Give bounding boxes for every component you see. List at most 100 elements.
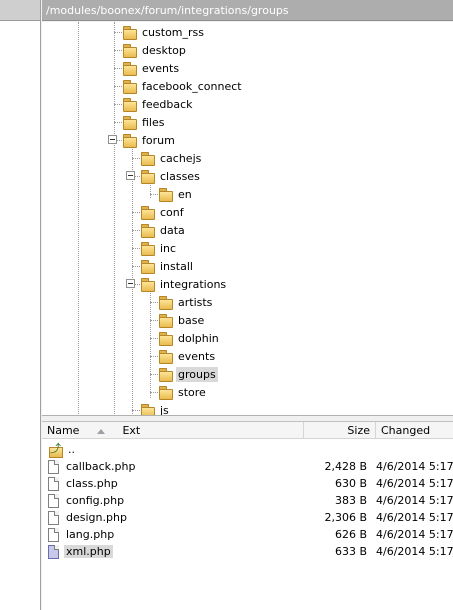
path-bar: /modules/boonex/forum/integrations/group… (42, 0, 453, 21)
file-name: class.php (66, 477, 118, 490)
tree-item-label: store (178, 385, 206, 399)
php-file-icon (48, 527, 59, 542)
tree-item-label: install (160, 259, 193, 273)
file-size: 383 B (334, 494, 367, 507)
tree-item-dolphin[interactable]: dolphin (158, 329, 221, 347)
column-header-row: Name Ext Size Changed (42, 422, 453, 439)
file-name: xml.php (64, 545, 113, 558)
tree-connector (114, 32, 122, 33)
tree-item-label: conf (160, 205, 184, 219)
tree-item-store[interactable]: store (158, 383, 208, 401)
tree-connector (132, 158, 140, 159)
column-size-label: Size (347, 424, 370, 437)
tree-item-data[interactable]: data (140, 221, 187, 239)
file-row[interactable]: design.php 2,306 B 4/6/2014 5:17 (42, 509, 453, 526)
tree-item-label: artists (178, 295, 213, 309)
tree-guide-line (78, 22, 79, 415)
collapse-toggle-icon[interactable] (126, 279, 135, 288)
xml-file-icon (48, 544, 59, 559)
tree-guide-line (114, 22, 115, 415)
folder-icon (140, 169, 155, 184)
tree-item-js[interactable]: js (140, 401, 171, 415)
tree-item-label: events (178, 349, 216, 363)
file-list: Name Ext Size Changed .. callback.php 2,42… (42, 422, 453, 610)
tree-item-custom-rss[interactable]: custom_rss (122, 23, 206, 41)
folder-icon (122, 43, 137, 58)
tree-item-forum[interactable]: forum (122, 131, 177, 149)
file-name-cell: class.php (48, 475, 120, 492)
tree-item-label: feedback (142, 97, 193, 111)
file-name-cell: config.php (48, 492, 126, 509)
collapse-toggle-icon[interactable] (126, 171, 135, 180)
tree-connector (150, 338, 158, 339)
file-size: 2,306 B (324, 511, 367, 524)
column-size[interactable]: Size (304, 422, 376, 439)
collapse-toggle-icon[interactable] (108, 135, 117, 144)
tree-connector (150, 194, 158, 195)
column-name[interactable]: Name Ext (42, 422, 304, 439)
tree-item-install[interactable]: install (140, 257, 195, 275)
tree-connector (150, 302, 158, 303)
folder-icon (140, 277, 155, 292)
tree-item-en[interactable]: en (158, 185, 194, 203)
tree-item-facebook-connect[interactable]: facebook_connect (122, 77, 244, 95)
tree-item-label: facebook_connect (142, 79, 242, 93)
tree-item-events[interactable]: events (158, 347, 217, 365)
folder-tree[interactable]: custom_rss desktop events facebook_connect f… (42, 22, 453, 416)
folder-icon (122, 133, 137, 148)
tree-connector (150, 356, 158, 357)
file-changed: 4/6/2014 5:17 (376, 477, 453, 490)
folder-icon (158, 385, 173, 400)
file-row[interactable]: config.php 383 B 4/6/2014 5:17 (42, 492, 453, 509)
file-name: callback.php (66, 460, 136, 473)
column-name-label: Name (47, 424, 80, 437)
tree-item-label: dolphin (178, 331, 219, 345)
folder-icon (122, 79, 137, 94)
tree-item-label: files (142, 115, 165, 129)
parent-directory-row[interactable]: .. (42, 440, 453, 458)
tree-item-groups[interactable]: groups (158, 365, 218, 383)
php-file-icon (48, 476, 59, 491)
tree-connector (132, 248, 140, 249)
tree-item-label: classes (160, 169, 200, 183)
file-name: lang.php (66, 528, 115, 541)
folder-icon (140, 223, 155, 238)
tree-guide-line (150, 290, 151, 398)
tree-item-label: data (160, 223, 185, 237)
tree-connector (132, 266, 140, 267)
php-file-icon (48, 510, 59, 525)
file-row[interactable]: lang.php 626 B 4/6/2014 5:17 (42, 526, 453, 543)
folder-icon (140, 241, 155, 256)
tree-connector (150, 320, 158, 321)
tree-item-artists[interactable]: artists (158, 293, 214, 311)
tree-connector (114, 86, 122, 87)
tree-item-integrations[interactable]: integrations (140, 275, 228, 293)
file-row[interactable]: class.php 630 B 4/6/2014 5:17 (42, 475, 453, 492)
tree-item-label: groups (176, 366, 218, 382)
file-name-cell: lang.php (48, 526, 116, 543)
tree-item-feedback[interactable]: feedback (122, 95, 195, 113)
tree-item-files[interactable]: files (122, 113, 166, 131)
tree-item-desktop[interactable]: desktop (122, 41, 188, 59)
tree-connector (114, 104, 122, 105)
php-file-icon (48, 459, 59, 474)
folder-icon (140, 151, 155, 166)
tree-item-base[interactable]: base (158, 311, 206, 329)
folder-icon (158, 331, 173, 346)
column-ext-label[interactable]: Ext (122, 424, 140, 437)
tree-item-cachejs[interactable]: cachejs (140, 149, 203, 167)
column-changed-label: Changed (381, 424, 431, 437)
file-name-cell: xml.php (48, 543, 113, 560)
tree-item-inc[interactable]: inc (140, 239, 178, 257)
folder-icon (158, 187, 173, 202)
left-pane (0, 0, 41, 610)
file-name-cell: design.php (48, 509, 129, 526)
file-row[interactable]: xml.php 633 B 4/6/2014 5:17 (42, 543, 453, 560)
tree-item-events[interactable]: events (122, 59, 181, 77)
column-changed[interactable]: Changed (376, 422, 453, 439)
tree-item-conf[interactable]: conf (140, 203, 186, 221)
tree-item-classes[interactable]: classes (140, 167, 202, 185)
tree-item-label: base (178, 313, 205, 327)
tree-connector (114, 50, 122, 51)
file-row[interactable]: callback.php 2,428 B 4/6/2014 5:17 (42, 458, 453, 475)
